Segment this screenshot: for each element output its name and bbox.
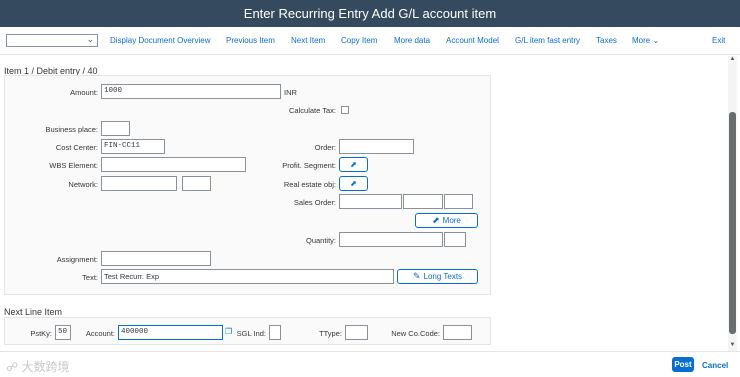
chevron-down-icon: ⌄: [652, 36, 660, 45]
cost-center-label: Cost Center:: [55, 143, 98, 152]
window-title: Enter Recurring Entry Add G/L account it…: [0, 0, 740, 27]
real-estate-button[interactable]: ⬈: [339, 176, 368, 191]
scroll-thumb[interactable]: [729, 112, 736, 334]
more-data-button[interactable]: More data: [394, 36, 430, 45]
variant-select[interactable]: ⌄: [6, 34, 98, 47]
ttype-input[interactable]: [345, 325, 368, 340]
taxes-button[interactable]: Taxes: [596, 36, 617, 45]
scroll-down-icon[interactable]: ▼: [728, 342, 737, 350]
wbs-element-label: WBS Element:: [49, 161, 98, 170]
next-item-button[interactable]: Next Item: [291, 36, 325, 45]
profit-segment-button[interactable]: ⬈: [339, 157, 368, 172]
network-input[interactable]: [101, 176, 177, 191]
long-texts-label: Long Texts: [423, 272, 463, 281]
more-menu-button[interactable]: More ⌄: [632, 36, 659, 45]
sgl-ind-label: SGL Ind:: [236, 329, 266, 338]
post-button[interactable]: Post: [672, 357, 694, 372]
order-label: Order:: [314, 143, 336, 152]
more-button[interactable]: ⬈ More: [415, 213, 478, 228]
scroll-up-icon[interactable]: ▲: [728, 56, 737, 64]
account-label: Account:: [85, 329, 115, 338]
quantity-input[interactable]: [339, 232, 443, 247]
long-text-icon: ✎: [412, 271, 421, 281]
logo-text: 大数跨境: [21, 360, 70, 374]
logo-icon: ☍: [6, 360, 19, 374]
next-line-item-header: Next Line Item: [4, 307, 63, 317]
amount-label: Amount:: [70, 88, 98, 97]
long-texts-button[interactable]: ✎ Long Texts: [397, 269, 478, 284]
sales-order-input[interactable]: [339, 194, 402, 209]
profit-segment-label: Profit. Segment:: [282, 161, 336, 170]
chevron-down-icon: ⌄: [86, 34, 94, 44]
assignment-label: Assignment:: [56, 255, 98, 264]
more-button-label: More: [442, 216, 461, 225]
quantity-unit-input[interactable]: [444, 232, 466, 247]
toolbar: ⌄ Display Document Overview Previous Ite…: [0, 27, 740, 55]
text-input[interactable]: Test Recurr. Exp: [101, 269, 394, 284]
new-cocode-label: New Co.Code:: [391, 329, 440, 338]
amount-input[interactable]: 1000: [101, 84, 281, 99]
exit-button[interactable]: Exit: [712, 36, 725, 45]
real-estate-label: Real estate obj:: [283, 180, 336, 189]
business-place-input[interactable]: [101, 121, 130, 136]
previous-item-button[interactable]: Previous Item: [226, 36, 275, 45]
copy-item-button[interactable]: Copy Item: [341, 36, 377, 45]
new-cocode-input[interactable]: [443, 325, 472, 340]
footer-bar: ☍ 大数跨境 Post Cancel: [0, 351, 740, 377]
account-model-button[interactable]: Account Model: [446, 36, 499, 45]
network-label: Network:: [68, 180, 98, 189]
navigate-icon: ⬈: [432, 215, 440, 225]
sales-order-item-input[interactable]: [403, 194, 443, 209]
gl-item-fast-entry-button[interactable]: G/L item fast entry: [515, 36, 580, 45]
cancel-button[interactable]: Cancel: [702, 361, 728, 370]
calculate-tax-label: Calculate Tax:: [289, 106, 336, 115]
vertical-scrollbar[interactable]: ▲ ▼: [728, 56, 737, 351]
wbs-element-input[interactable]: [101, 157, 246, 172]
navigate-icon: ⬈: [350, 160, 357, 169]
logo: ☍ 大数跨境: [6, 358, 70, 375]
pstky-input[interactable]: 50: [55, 325, 71, 340]
business-place-label: Business place:: [45, 125, 98, 134]
calculate-tax-checkbox[interactable]: [341, 106, 349, 114]
cost-center-input[interactable]: FIN-CC11: [101, 139, 165, 154]
more-menu-label: More: [632, 36, 651, 45]
text-label: Text:: [82, 273, 98, 282]
sales-order-schedule-input[interactable]: [444, 194, 473, 209]
navigate-icon: ⬈: [350, 179, 357, 188]
account-input[interactable]: 400000: [118, 325, 223, 340]
pstky-label: PstKy:: [30, 329, 52, 338]
ttype-label: TType:: [319, 329, 342, 338]
currency-label: INR: [284, 88, 297, 97]
network-activity-input[interactable]: [182, 176, 211, 191]
sgl-ind-input[interactable]: [269, 325, 281, 340]
order-input[interactable]: [339, 139, 414, 154]
sales-order-label: Sales Order:: [293, 198, 336, 207]
assignment-input[interactable]: [101, 251, 211, 266]
quantity-label: Quantity:: [305, 236, 336, 245]
display-document-overview-button[interactable]: Display Document Overview: [110, 36, 210, 45]
